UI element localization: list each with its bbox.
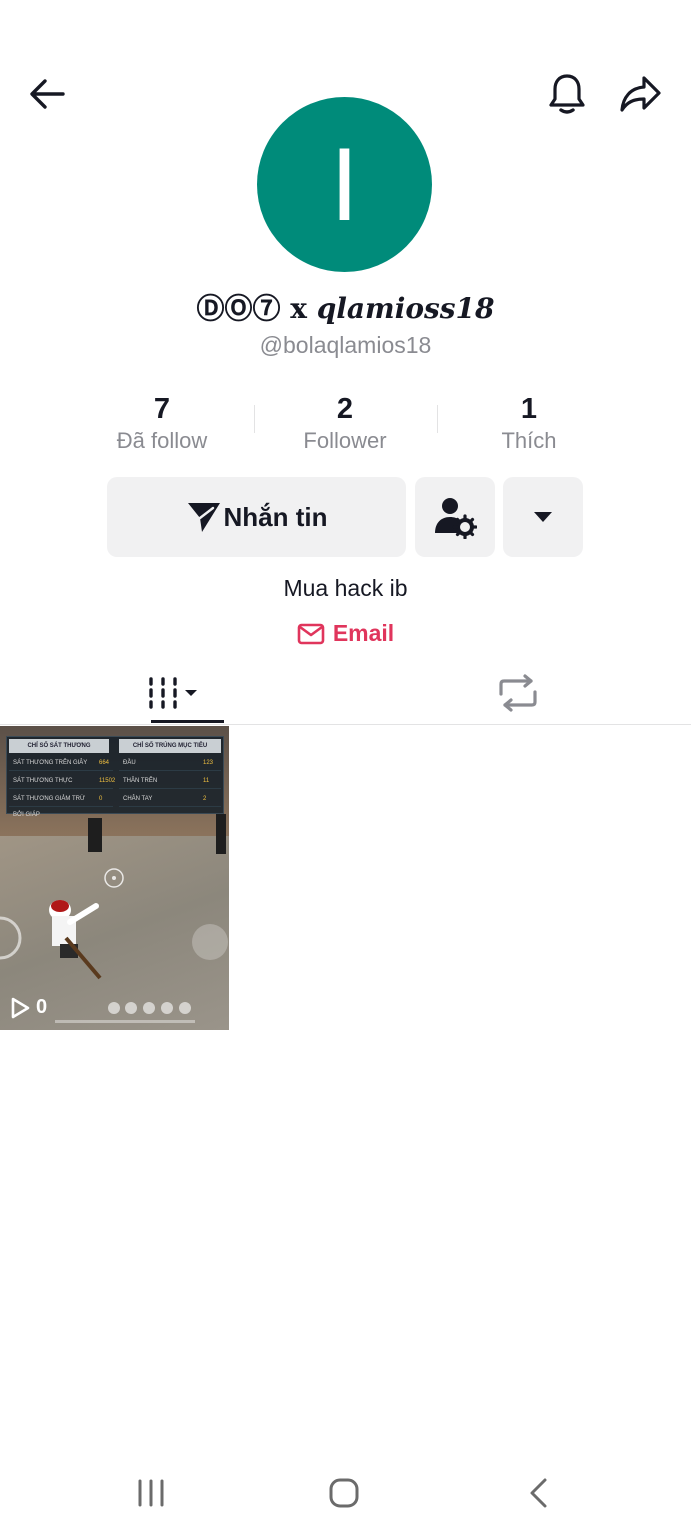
view-count-value: 0 xyxy=(36,996,48,1018)
home-button[interactable] xyxy=(304,1465,384,1521)
share-button[interactable] xyxy=(612,66,668,122)
avatar-letter: I xyxy=(330,126,359,243)
repost-icon xyxy=(499,674,537,712)
send-icon xyxy=(187,503,220,532)
stat-followers-value: 2 xyxy=(336,393,354,425)
more-options-button[interactable] xyxy=(503,477,583,557)
email-link[interactable]: Email xyxy=(0,620,691,647)
stat-following-label: Đã follow xyxy=(116,428,208,453)
video-progress-bar xyxy=(55,1020,195,1023)
video-thumbnail[interactable]: CHỈ SỐ SÁT THƯƠNG CHỈ SỐ TRÚNG MỤC TIÊU … xyxy=(0,726,229,1030)
tab-reposts[interactable] xyxy=(345,662,691,724)
stat-followers[interactable]: 2 Follower xyxy=(253,392,437,456)
recent-apps-button[interactable] xyxy=(111,1465,191,1521)
view-count: 0 xyxy=(10,996,47,1019)
tab-videos[interactable] xyxy=(0,662,345,724)
stat-following[interactable]: 7 Đã follow xyxy=(70,392,254,456)
arrow-left-icon xyxy=(30,79,65,109)
grid-bars-icon xyxy=(148,677,197,709)
game-scene-illustration xyxy=(0,814,228,1014)
system-back-button[interactable] xyxy=(498,1465,578,1521)
share-arrow-icon xyxy=(620,76,661,112)
display-name-suffix: qlamioss18 xyxy=(316,292,495,325)
tab-active-indicator xyxy=(151,720,224,723)
display-name: ⒹⓄ⑦ x qlamioss18 xyxy=(0,287,691,327)
back-button[interactable] xyxy=(19,66,75,122)
display-name-prefix: ⒹⓄ⑦ x xyxy=(196,292,317,325)
home-icon xyxy=(329,1478,359,1508)
profile-settings-button[interactable] xyxy=(415,477,495,557)
stat-likes-value: 1 xyxy=(520,393,538,425)
mail-icon xyxy=(297,623,325,644)
message-button-label: Nhắn tin xyxy=(223,501,328,532)
avatar[interactable]: I xyxy=(257,97,432,272)
username: @bolaqlamios18 xyxy=(259,332,432,358)
play-icon xyxy=(11,997,30,1018)
caret-down-icon xyxy=(534,512,552,522)
bio: Mua hack ib xyxy=(283,575,408,601)
recent-apps-icon xyxy=(138,1479,164,1507)
chevron-left-icon xyxy=(530,1478,547,1508)
stat-following-value: 7 xyxy=(153,393,171,425)
stat-followers-label: Follower xyxy=(303,428,387,453)
message-button[interactable]: Nhắn tin xyxy=(107,477,406,557)
email-label: Email xyxy=(332,620,395,646)
stat-likes[interactable]: 1 Thích xyxy=(437,392,621,456)
bell-icon xyxy=(549,74,585,114)
notification-button[interactable] xyxy=(539,66,595,122)
tab-divider xyxy=(0,724,691,725)
stat-likes-label: Thích xyxy=(501,428,557,453)
user-gear-icon xyxy=(435,498,477,539)
